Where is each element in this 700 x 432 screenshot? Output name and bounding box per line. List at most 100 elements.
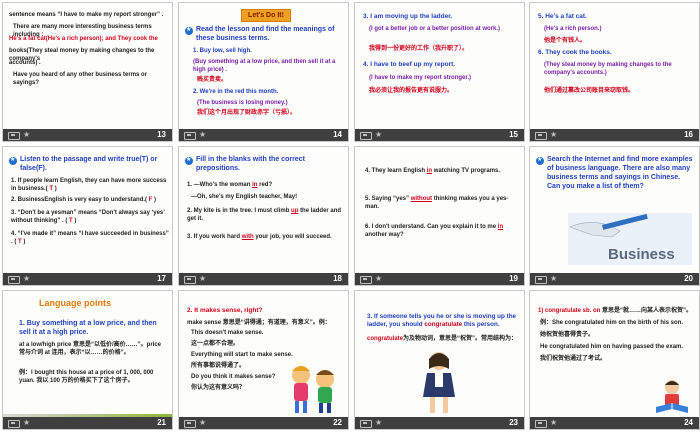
q1-text: 1. —Who's the woman [187,182,251,188]
slide-number: 21 [157,418,166,427]
slide-14-title: Read the lesson and find the meanings of… [196,26,335,42]
slide-thumbnail-15[interactable]: 3. I am moving up the ladder. (I got a b… [354,2,525,142]
slide-13-line-6: Have you heard of any other business ter… [13,72,148,87]
animation-star-icon: ★ [23,274,31,283]
star-bullet-icon [9,156,17,165]
slide-footer: ★ 16 [530,129,699,141]
business-picture: Business [568,213,692,265]
animation-star-icon: ★ [199,418,207,427]
slide-19-q6: 6. I don't understand. Can you explain i… [365,223,521,240]
slide-footer: ★ 15 [355,129,524,141]
slide-24-line-3: 她祝贺他喜得贵子。 [540,332,595,338]
slide-13-line-3: He's a fat cat(He's a rich person); and … [9,36,158,42]
q3-text-end: your job, you will succeed. [255,234,332,240]
animation-star-icon: ★ [23,130,31,139]
q1-answer: T [49,186,54,193]
slide-footer: ★ 24 [530,417,699,429]
animation-star-icon: ★ [375,274,383,283]
slide-thumbnail-17[interactable]: Listen to the passage and write true(T) … [2,146,173,286]
teacher-cartoon-icon [423,352,455,413]
slide-footer: ★ 22 [179,417,348,429]
slide-thumbnail-14[interactable]: Let's Do It! Read the lesson and find th… [178,2,349,142]
line-1-keyword: congratulate [424,321,463,329]
slide-transition-icon [535,132,547,140]
slide-14-item-1-cn: 贱买贵卖。 [197,77,228,83]
slide-footer: ★ 23 [355,417,524,429]
slide-thumbnail-13[interactable]: sentence means “I have to make my report… [2,2,173,142]
slide-thumbnail-19[interactable]: 4. They learn English in watching TV pro… [354,146,525,286]
animation-star-icon: ★ [199,130,207,139]
line-2-text: 为及物动词，意思是“祝贺”。常用结构为： [403,336,518,342]
slide-16-item-6: 6. They cook the books. [538,49,612,56]
cartoon-kids-image [283,361,345,417]
q2-answer: up [291,208,299,214]
q4-text: 4. “I've made it” means “I have succeede… [11,231,169,246]
slide-16-item-5-cn: 他是个有钱人。 [544,38,587,44]
slide-thumbnail-21[interactable]: Language points 1. Buy something at a lo… [2,290,173,430]
slide-15-item-4: 4. I have to beef up my report. [363,61,456,68]
q3-answer: T [69,218,73,225]
q2-answer: F [148,197,153,203]
slide-transition-icon [535,276,547,284]
q1-text: 1. If people learn English, they can hav… [11,178,167,193]
animation-star-icon: ★ [375,418,383,427]
slide-thumbnail-23[interactable]: 3. If someone tells you he or she is mov… [354,290,525,430]
slide-17-q1: 1. If people learn English, they can hav… [11,178,167,193]
slide-17-q3: 3. “Don't be a yesman” means “Don't alwa… [11,210,165,225]
slide-transition-icon [8,132,20,140]
slide-21-note-1: at a low/high price 意思是“以低价/高价……”。price … [19,342,162,357]
slide-22-line-2: This doesn't make sense. [191,330,264,336]
slide-footer: ★ 17 [3,273,172,285]
slide-thumbnail-22[interactable]: 2. It makes sense, right? make sense 意思是… [178,290,349,430]
business-word: Business [608,246,675,263]
q4-text-end: watching TV programs. [433,168,501,174]
animation-star-icon: ★ [550,274,558,283]
slide-transition-icon [184,132,196,140]
star-bullet-icon [185,26,193,35]
slide-transition-icon [535,420,547,428]
slide-number: 16 [684,130,693,139]
line-1-keyword: 1) congratulate sb. on [538,308,601,314]
slide-16-item-6-answer: (They steal money by making changes to t… [544,62,672,77]
slide-18-q1: 1. —Who's the woman in red? [187,181,345,189]
slide-15-item-3-answer: (I got a better job or a better position… [369,26,501,32]
q3-text: 3. If you work hard [187,234,241,240]
slide-13-line-5: accounts) . [9,60,41,66]
slide-number: 18 [333,274,342,283]
slide-transition-icon [8,420,20,428]
slide-24-line-4: He congratulated him on having passed th… [540,344,684,350]
slide-14-item-2-answer: (The business is losing money.) [197,100,288,106]
q3-answer: with [241,234,254,240]
slide-thumbnail-16[interactable]: 5. He's a fat cat. (He's a rich person.)… [529,2,700,142]
slide-number: 20 [684,274,693,283]
slide-transition-icon [8,276,20,284]
slide-transition-icon [360,276,372,284]
slide-footer: ★ 20 [530,273,699,285]
q5-text: 5. Saying “yes” [365,196,410,202]
slide-thumbnail-18[interactable]: Fill in the blanks with the correct prep… [178,146,349,286]
slide-number: 24 [684,418,693,427]
slide-number: 15 [509,130,518,139]
slide-transition-icon [184,420,196,428]
slide-18-q1-reply: —Oh, she's my English teacher, May! [191,194,298,200]
q1-text-end: red? [259,182,273,188]
slide-transition-icon [360,132,372,140]
slide-19-q4: 4. They learn English in watching TV pro… [365,167,521,175]
q2-text: 2. My kite is in the tree. I must climb [187,208,290,214]
slide-number: 19 [509,274,518,283]
slide-22-line-7: 你认为这有意义吗？ [191,385,246,391]
slide-21-title: 1. Buy something at a low price, and the… [19,320,157,336]
slide-14-item-1-answer: (Buy something at a low price, and then … [193,59,336,74]
line-2-keyword: congratulate [367,336,404,342]
slide-17-title: Listen to the passage and write true(T) … [20,156,158,172]
star-bullet-icon [185,156,193,165]
q6-text-end: another way? [365,232,404,239]
slide-21-note-2: 例：I bought this house at a price of 1, 0… [19,370,154,385]
reading-kid-icon [656,380,688,413]
business-hand-image: Business [568,213,692,265]
slide-number: 17 [157,274,166,283]
slide-footer: ★ 21 [3,417,172,429]
slide-thumbnail-24[interactable]: 1) congratulate sb. on 意思是“就……向某人表示祝贺”。 … [529,290,700,430]
slide-thumbnail-20[interactable]: Search the Internet and find more exampl… [529,146,700,286]
q5-answer: without [410,196,433,202]
